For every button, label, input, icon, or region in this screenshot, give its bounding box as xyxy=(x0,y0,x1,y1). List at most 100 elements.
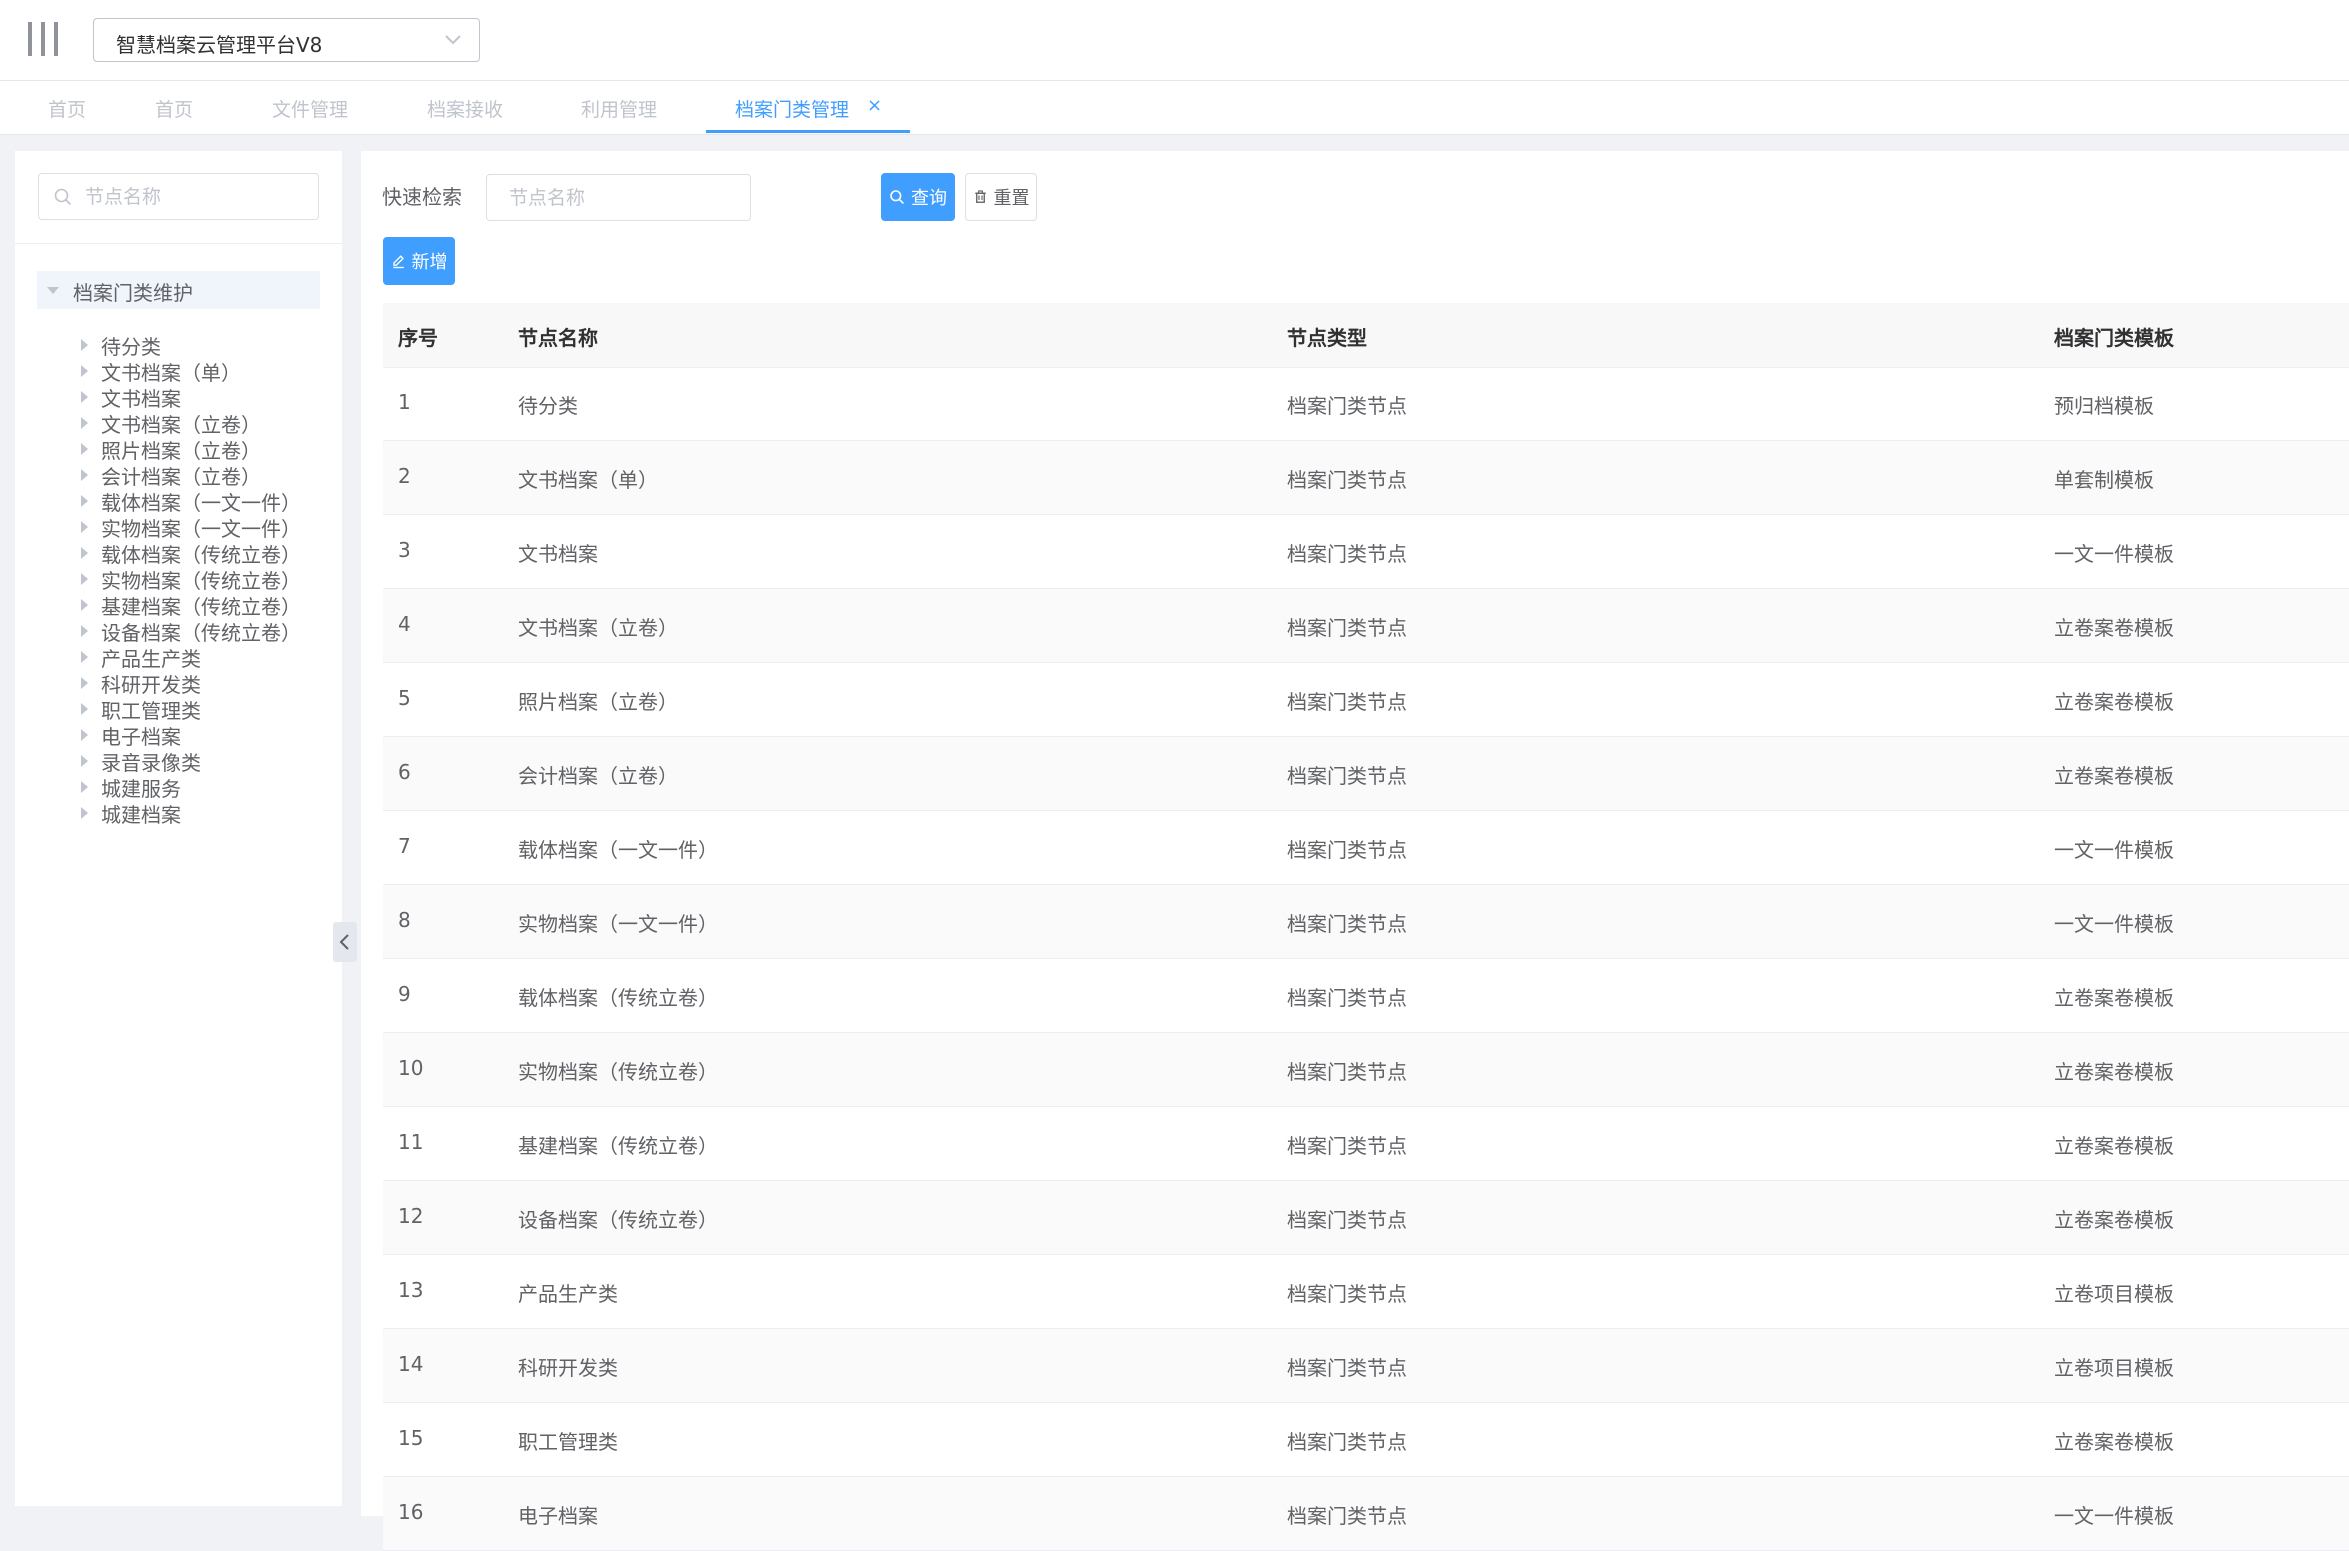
active-tab-indicator xyxy=(706,130,910,133)
table-row[interactable]: 11 基建档案（传统立卷） 档案门类节点 立卷案卷模板 xyxy=(383,1107,2349,1181)
caret-right-icon[interactable] xyxy=(81,729,88,741)
table-row[interactable]: 16 电子档案 档案门类节点 一文一件模板 xyxy=(383,1477,2349,1551)
search-icon xyxy=(890,190,904,204)
cell-node-name: 文书档案（立卷） xyxy=(518,616,678,640)
cell-node-type: 档案门类节点 xyxy=(1287,394,1407,418)
caret-right-icon[interactable] xyxy=(81,703,88,715)
reset-button[interactable]: 重置 xyxy=(965,173,1037,221)
add-button[interactable]: 新增 xyxy=(383,237,455,285)
tree-search-input[interactable] xyxy=(83,182,307,212)
tree-root-label: 档案门类维护 xyxy=(73,281,193,305)
cell-template: 立卷案卷模板 xyxy=(2054,986,2174,1010)
caret-right-icon[interactable] xyxy=(81,443,88,455)
cell-node-name: 实物档案（传统立卷） xyxy=(518,1060,718,1084)
tab-home-1[interactable]: 首页 xyxy=(48,95,86,122)
caret-right-icon[interactable] xyxy=(81,573,88,585)
caret-right-icon[interactable] xyxy=(81,417,88,429)
category-tree-panel: 档案门类维护 待分类文书档案（单）文书档案文书档案（立卷）照片档案（立卷）会计档… xyxy=(15,151,357,1506)
table-row[interactable]: 2 文书档案（单） 档案门类节点 单套制模板 xyxy=(383,441,2349,515)
main-content: 快速检索 查询 重置 新增 序号 节点名称 节点类型 档案门类模板 xyxy=(361,151,2349,1551)
cell-node-type: 档案门类节点 xyxy=(1287,764,1407,788)
node-name-search-input[interactable] xyxy=(486,174,751,221)
table-row[interactable]: 6 会计档案（立卷） 档案门类节点 立卷案卷模板 xyxy=(383,737,2349,811)
header-node-name[interactable]: 节点名称 xyxy=(518,322,598,351)
table-row[interactable]: 5 照片档案（立卷） 档案门类节点 立卷案卷模板 xyxy=(383,663,2349,737)
query-button[interactable]: 查询 xyxy=(881,173,955,221)
cell-node-name: 载体档案（一文一件） xyxy=(518,838,718,862)
trash-icon xyxy=(974,190,986,203)
caret-down-icon[interactable] xyxy=(47,287,59,294)
cell-node-type: 档案门类节点 xyxy=(1287,912,1407,936)
cell-node-name: 科研开发类 xyxy=(518,1356,618,1380)
tab-archive-category[interactable]: 档案门类管理 xyxy=(735,95,849,122)
cell-template: 立卷案卷模板 xyxy=(2054,1208,2174,1232)
cell-index: 4 xyxy=(398,612,411,636)
caret-right-icon[interactable] xyxy=(81,495,88,507)
table-row[interactable]: 1 待分类 档案门类节点 预归档模板 xyxy=(383,367,2349,441)
table-row[interactable]: 4 文书档案（立卷） 档案门类节点 立卷案卷模板 xyxy=(383,589,2349,663)
table-row[interactable]: 15 职工管理类 档案门类节点 立卷案卷模板 xyxy=(383,1403,2349,1477)
cell-template: 预归档模板 xyxy=(2054,394,2154,418)
tab-close-icon[interactable]: × xyxy=(867,95,882,116)
tab-utilization[interactable]: 利用管理 xyxy=(581,95,657,122)
cell-node-type: 档案门类节点 xyxy=(1287,690,1407,714)
header-node-type[interactable]: 节点类型 xyxy=(1287,322,1367,351)
tab-archive-receive[interactable]: 档案接收 xyxy=(427,95,503,122)
table-header: 序号 节点名称 节点类型 档案门类模板 xyxy=(383,303,2349,368)
cell-node-name: 会计档案（立卷） xyxy=(518,764,678,788)
caret-right-icon[interactable] xyxy=(81,391,88,403)
caret-right-icon[interactable] xyxy=(81,599,88,611)
caret-right-icon[interactable] xyxy=(81,469,88,481)
cell-node-type: 档案门类节点 xyxy=(1287,468,1407,492)
caret-right-icon[interactable] xyxy=(81,365,88,377)
table-row[interactable]: 10 实物档案（传统立卷） 档案门类节点 立卷案卷模板 xyxy=(383,1033,2349,1107)
cell-template: 立卷案卷模板 xyxy=(2054,764,2174,788)
cell-node-type: 档案门类节点 xyxy=(1287,1282,1407,1306)
cell-node-name: 待分类 xyxy=(518,394,578,418)
cell-template: 一文一件模板 xyxy=(2054,838,2174,862)
cell-node-name: 文书档案 xyxy=(518,542,598,566)
cell-node-name: 设备档案（传统立卷） xyxy=(518,1208,718,1232)
caret-right-icon[interactable] xyxy=(81,339,88,351)
platform-select[interactable]: 智慧档案云管理平台V8 xyxy=(93,18,480,62)
table-row[interactable]: 13 产品生产类 档案门类节点 立卷项目模板 xyxy=(383,1255,2349,1329)
tree-root-node[interactable]: 档案门类维护 xyxy=(37,271,320,309)
cell-template: 一文一件模板 xyxy=(2054,542,2174,566)
table-row[interactable]: 9 载体档案（传统立卷） 档案门类节点 立卷案卷模板 xyxy=(383,959,2349,1033)
header-template[interactable]: 档案门类模板 xyxy=(2054,322,2174,351)
table-row[interactable]: 12 设备档案（传统立卷） 档案门类节点 立卷案卷模板 xyxy=(383,1181,2349,1255)
cell-index: 3 xyxy=(398,538,411,562)
cell-node-type: 档案门类节点 xyxy=(1287,1430,1407,1454)
collapse-sidebar-button[interactable] xyxy=(333,922,357,962)
caret-right-icon[interactable] xyxy=(81,755,88,767)
cell-node-name: 职工管理类 xyxy=(518,1430,618,1454)
cell-node-name: 载体档案（传统立卷） xyxy=(518,986,718,1010)
tree-search-field[interactable] xyxy=(38,173,319,220)
tab-home-2[interactable]: 首页 xyxy=(155,95,193,122)
caret-right-icon[interactable] xyxy=(81,521,88,533)
caret-right-icon[interactable] xyxy=(81,625,88,637)
table-row[interactable]: 3 文书档案 档案门类节点 一文一件模板 xyxy=(383,515,2349,589)
cell-index: 1 xyxy=(398,390,411,414)
table-row[interactable]: 14 科研开发类 档案门类节点 立卷项目模板 xyxy=(383,1329,2349,1403)
tab-file-management[interactable]: 文件管理 xyxy=(272,95,348,122)
caret-right-icon[interactable] xyxy=(81,807,88,819)
cell-node-type: 档案门类节点 xyxy=(1287,1356,1407,1380)
cell-index: 10 xyxy=(398,1056,424,1080)
top-header: 智慧档案云管理平台V8 xyxy=(0,0,2349,81)
caret-right-icon[interactable] xyxy=(81,547,88,559)
header-index[interactable]: 序号 xyxy=(398,322,438,351)
cell-template: 单套制模板 xyxy=(2054,468,2154,492)
table-row[interactable]: 7 载体档案（一文一件） 档案门类节点 一文一件模板 xyxy=(383,811,2349,885)
cell-template: 立卷案卷模板 xyxy=(2054,1060,2174,1084)
caret-right-icon[interactable] xyxy=(81,781,88,793)
caret-right-icon[interactable] xyxy=(81,651,88,663)
tree-item[interactable]: 城建档案 xyxy=(65,795,325,831)
cell-template: 立卷项目模板 xyxy=(2054,1282,2174,1306)
caret-right-icon[interactable] xyxy=(81,677,88,689)
cell-index: 7 xyxy=(398,834,411,858)
cell-index: 5 xyxy=(398,686,411,710)
cell-node-type: 档案门类节点 xyxy=(1287,1060,1407,1084)
table-row[interactable]: 8 实物档案（一文一件） 档案门类节点 一文一件模板 xyxy=(383,885,2349,959)
menu-toggle-icon[interactable] xyxy=(28,22,58,56)
